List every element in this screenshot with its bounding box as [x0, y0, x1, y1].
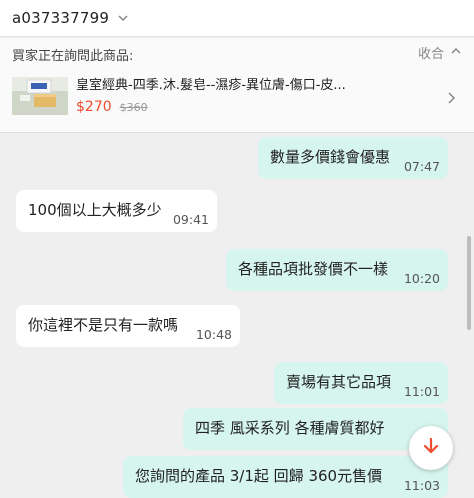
price: $270: [76, 99, 112, 115]
message-text: 賣場有其它品項: [286, 373, 392, 391]
product-thumbnail[interactable]: [12, 77, 68, 115]
collapse-label: 收合: [417, 47, 444, 62]
message-bubble-outgoing[interactable]: 賣場有其它品項 11:01: [274, 362, 448, 404]
chevron-up-icon: [450, 45, 462, 61]
product-inquiry-card: 買家正在詢問此商品: 收合 皇室經典-四季.沐.髮皂--濕疹-異位膚-傷口-皮.…: [0, 38, 474, 133]
message-time: 11:03: [403, 478, 440, 493]
message-text: 數量多價錢會優惠: [270, 148, 391, 166]
message-text: 你這裡不是只有一款嗎: [28, 316, 179, 334]
message-time: 09:41: [172, 212, 209, 227]
price-row: $270 $360: [76, 99, 148, 115]
username[interactable]: a037337799: [12, 9, 109, 27]
original-price: $360: [119, 101, 148, 114]
message-bubble-incoming[interactable]: 100個以上大概多少 09:41: [16, 190, 217, 232]
message-bubble-outgoing[interactable]: 各種品項批發價不一樣 10:20: [226, 249, 448, 291]
scroll-to-bottom-button[interactable]: [409, 426, 453, 470]
chevron-right-icon[interactable]: [446, 90, 456, 109]
message-text: 100個以上大概多少: [28, 201, 162, 219]
chat-header: a037337799: [0, 0, 474, 37]
collapse-button[interactable]: 收合: [418, 43, 462, 62]
scrollbar[interactable]: [467, 236, 471, 330]
message-time: 10:20: [403, 271, 440, 286]
message-time: 11:01: [403, 384, 440, 399]
chat-area[interactable]: 數量多價錢會優惠 07:47 100個以上大概多少 09:41 各種品項批發價不…: [0, 134, 474, 498]
message-time: 10:48: [195, 327, 232, 342]
message-bubble-incoming[interactable]: 你這裡不是只有一款嗎 10:48: [16, 305, 240, 347]
message-text: 各種品項批發價不一樣: [238, 260, 389, 278]
message-time: 07:47: [403, 159, 440, 174]
inquiry-label: 買家正在詢問此商品:: [12, 49, 134, 64]
message-bubble-outgoing[interactable]: 四季 風采系列 各種膚質都好 1: [183, 408, 448, 450]
product-name[interactable]: 皇室經典-四季.沐.髮皂--濕疹-異位膚-傷口-皮...: [76, 74, 346, 93]
message-text: 您詢問的產品 3/1起 回歸 360元售價: [135, 467, 383, 485]
chevron-down-icon[interactable]: [117, 12, 129, 24]
message-bubble-outgoing[interactable]: 數量多價錢會優惠 07:47: [258, 137, 448, 179]
message-text: 四季 風采系列 各種膚質都好: [195, 419, 385, 437]
arrow-down-icon: [421, 436, 441, 460]
